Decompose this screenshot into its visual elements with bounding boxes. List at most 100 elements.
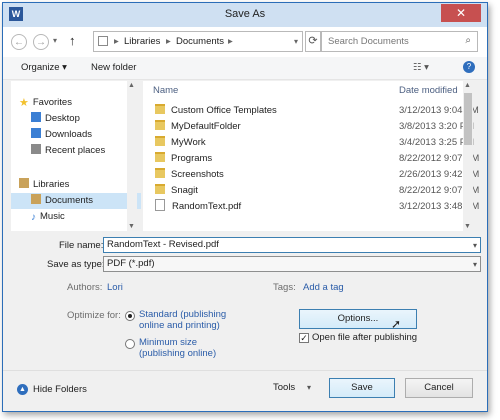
forward-button[interactable]: → bbox=[33, 34, 49, 50]
folder-icon bbox=[155, 168, 165, 178]
standard-radio[interactable] bbox=[125, 311, 135, 321]
tools-menu[interactable]: Tools bbox=[273, 382, 295, 393]
sidebar-item-label: Music bbox=[40, 211, 65, 222]
save-as-type-value: PDF (*.pdf) bbox=[107, 258, 155, 269]
star-icon: ★ bbox=[19, 97, 29, 109]
file-list: Name Date modified Custom Office Templat… bbox=[143, 81, 479, 231]
address-dropdown-icon[interactable]: ▾ bbox=[294, 37, 298, 46]
save-as-type-label: Save as type: bbox=[47, 259, 105, 270]
address-bar[interactable]: ▸ Libraries ▸ Documents ▸ ▾ bbox=[93, 31, 303, 52]
table-row[interactable]: Snagit 8/22/2012 9:07 PM bbox=[143, 183, 479, 199]
table-row[interactable]: Screenshots 2/26/2013 9:42 PM bbox=[143, 167, 479, 183]
downloads-icon bbox=[31, 128, 41, 138]
hide-folders-icon[interactable]: ▲ bbox=[17, 384, 28, 395]
breadcrumb-documents[interactable]: Documents bbox=[176, 36, 224, 47]
folder-icon bbox=[155, 152, 165, 162]
recent-places-icon bbox=[31, 144, 41, 154]
search-box[interactable]: Search Documents ⌕ bbox=[321, 31, 478, 52]
sidebar-item-documents[interactable]: Documents bbox=[11, 193, 141, 209]
search-input[interactable]: Search Documents bbox=[328, 36, 409, 47]
dialog-footer: ▲ Hide Folders Tools ▾ Save Cancel bbox=[3, 370, 487, 411]
breadcrumb-separator-icon: ▸ bbox=[166, 36, 171, 47]
desktop-icon bbox=[31, 112, 41, 122]
sidebar-item-favorites[interactable]: ★ Favorites bbox=[19, 95, 137, 111]
mouse-cursor-icon: ➚ bbox=[391, 317, 402, 331]
navigation-row: ← → ▾ ↑ ▸ Libraries ▸ Documents ▸ ▾ ⟳ Se… bbox=[3, 27, 487, 57]
column-header-name[interactable]: Name bbox=[153, 85, 178, 96]
hide-folders-button[interactable]: Hide Folders bbox=[33, 384, 87, 395]
sidebar-item-label: Desktop bbox=[45, 113, 80, 124]
sidebar-item-label: Libraries bbox=[33, 179, 70, 190]
sidebar-scrollbar[interactable]: ▲ ▼ bbox=[127, 81, 137, 231]
file-name: MyDefaultFolder bbox=[171, 121, 241, 132]
tools-chevron-down-icon[interactable]: ▾ bbox=[307, 383, 311, 392]
tags-label: Tags: bbox=[273, 282, 296, 293]
new-folder-button[interactable]: New folder bbox=[91, 62, 136, 73]
cancel-button[interactable]: Cancel bbox=[405, 378, 473, 398]
sidebar-item-libraries[interactable]: Libraries bbox=[19, 177, 137, 193]
navigation-pane: ★ Favorites Desktop Downloads Recent plac… bbox=[11, 81, 141, 231]
up-button[interactable]: ↑ bbox=[69, 33, 76, 48]
table-row[interactable]: RandomText.pdf 3/12/2013 3:48 PM bbox=[143, 199, 479, 215]
breadcrumb-separator-icon: ▸ bbox=[114, 36, 119, 47]
close-button[interactable]: ✕ bbox=[441, 4, 481, 22]
breadcrumb-libraries[interactable]: Libraries bbox=[124, 36, 160, 47]
library-location-icon bbox=[98, 36, 108, 46]
open-after-publishing-checkbox[interactable]: ✓ bbox=[299, 333, 309, 343]
table-row[interactable]: MyDefaultFolder 3/8/2013 3:20 PM bbox=[143, 119, 474, 135]
standard-option-label[interactable]: Standard (publishing online and printing… bbox=[139, 309, 239, 331]
scroll-down-icon[interactable]: ▼ bbox=[464, 223, 471, 230]
optimize-for-label: Optimize for: bbox=[67, 310, 121, 321]
scroll-up-icon[interactable]: ▲ bbox=[128, 82, 135, 89]
table-row[interactable]: Programs 8/22/2012 9:07 PM bbox=[143, 151, 479, 167]
scroll-up-icon[interactable]: ▲ bbox=[464, 82, 471, 89]
organize-menu[interactable]: Organize ▾ bbox=[21, 62, 67, 73]
minimum-size-radio[interactable] bbox=[125, 339, 135, 349]
minimum-size-option-label[interactable]: Minimum size (publishing online) bbox=[139, 337, 239, 359]
save-as-dialog: W Save As ✕ ← → ▾ ↑ ▸ Libraries ▸ Docume… bbox=[2, 2, 488, 412]
refresh-icon: ⟳ bbox=[308, 35, 318, 47]
file-name-label: File name: bbox=[59, 240, 104, 251]
file-name: Screenshots bbox=[171, 169, 224, 180]
sidebar-item-label: Favorites bbox=[32, 97, 72, 108]
breadcrumb-separator-icon: ▸ bbox=[228, 36, 233, 47]
music-icon: ♪ bbox=[31, 212, 36, 223]
history-chevron-icon[interactable]: ▾ bbox=[53, 36, 57, 45]
table-row[interactable]: Custom Office Templates 3/12/2013 9:04 AM bbox=[143, 103, 479, 119]
folder-icon bbox=[155, 184, 165, 194]
refresh-button[interactable]: ⟳ bbox=[305, 31, 321, 52]
sidebar-item-label: Downloads bbox=[45, 129, 92, 140]
file-name: Snagit bbox=[171, 185, 198, 196]
scrollbar-thumb[interactable] bbox=[464, 93, 472, 145]
file-name: RandomText.pdf bbox=[172, 201, 242, 212]
chevron-down-icon[interactable]: ▾ bbox=[473, 239, 477, 253]
file-name: Custom Office Templates bbox=[171, 105, 277, 116]
file-name: MyWork bbox=[171, 137, 206, 148]
authors-label: Authors: bbox=[67, 282, 103, 293]
file-name-field[interactable]: RandomText - Revised.pdf ▾ bbox=[103, 237, 481, 253]
pdf-file-icon bbox=[155, 199, 165, 211]
scroll-down-icon[interactable]: ▼ bbox=[128, 223, 135, 230]
folder-icon bbox=[155, 120, 165, 130]
file-list-scrollbar[interactable]: ▲ ▼ bbox=[463, 81, 473, 231]
folder-icon bbox=[155, 104, 165, 114]
save-button[interactable]: Save bbox=[329, 378, 395, 398]
file-name: Programs bbox=[171, 153, 213, 164]
sidebar-item-label: Documents bbox=[45, 195, 94, 206]
back-arrow-icon: ← bbox=[14, 37, 24, 48]
authors-value[interactable]: Lori bbox=[107, 282, 123, 293]
file-name-value: RandomText - Revised.pdf bbox=[107, 239, 219, 250]
command-bar: Organize ▾ New folder ☷ ▾ ? bbox=[3, 57, 487, 80]
view-options-icon[interactable]: ☷ ▾ bbox=[413, 62, 429, 73]
help-icon[interactable]: ? bbox=[463, 61, 475, 73]
title-bar: W Save As ✕ bbox=[3, 3, 487, 27]
folder-icon bbox=[155, 136, 165, 146]
table-row[interactable]: MyWork 3/4/2013 3:25 PM bbox=[143, 135, 474, 151]
chevron-down-icon[interactable]: ▾ bbox=[473, 258, 477, 272]
open-after-publishing-label[interactable]: Open file after publishing bbox=[312, 332, 417, 343]
add-tag-link[interactable]: Add a tag bbox=[303, 282, 344, 293]
sidebar-item-label: Recent places bbox=[45, 145, 106, 156]
column-header-date-modified[interactable]: Date modified bbox=[399, 85, 458, 96]
back-button[interactable]: ← bbox=[11, 34, 27, 50]
save-as-type-select[interactable]: PDF (*.pdf) ▾ bbox=[103, 256, 481, 272]
